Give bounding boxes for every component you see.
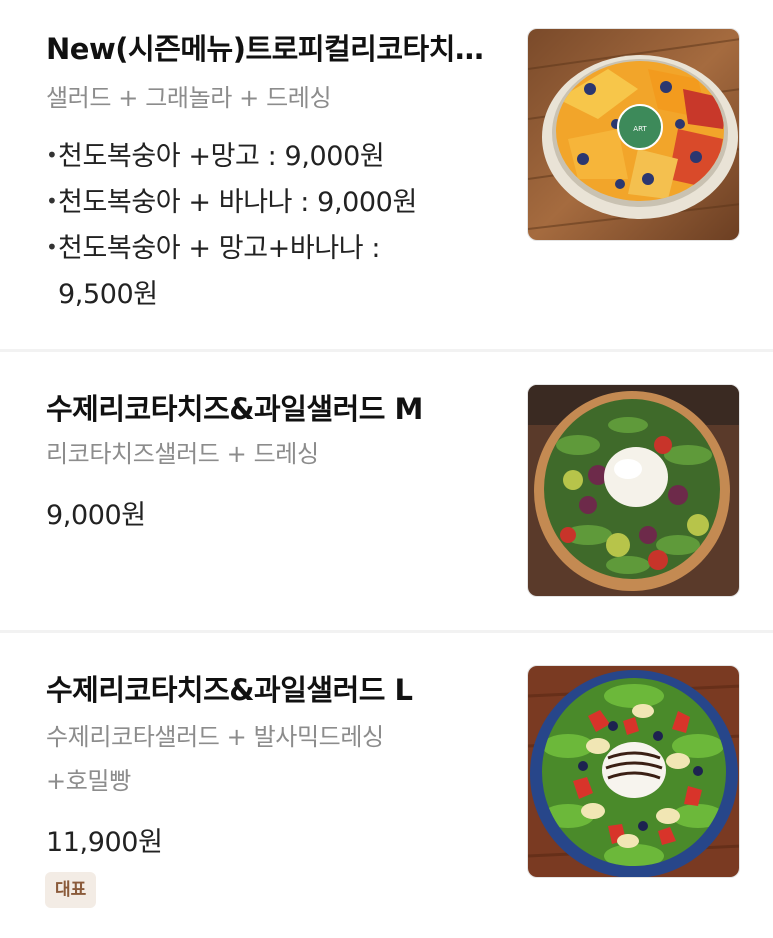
menu-option-line-continued: 9,500원 <box>58 272 158 318</box>
menu-option-text: 천도복숭아 +망고 : 9,000원 <box>58 141 385 172</box>
menu-item-title: 수제리코타치즈&과일샐러드 M <box>46 392 423 426</box>
menu-option-line: •천도복숭아 + 바나나 : 9,000원 <box>46 178 417 226</box>
menu-item-ricotta-salad-l[interactable]: 수제리코타치즈&과일샐러드 L 수제리코타샐러드 + 발사믹드레싱 +호밀빵 1… <box>0 633 773 938</box>
menu-item-description: +호밀빵 <box>46 767 131 795</box>
bullet-icon: • <box>46 143 58 167</box>
menu-option-line: •천도복숭아 +망고 : 9,000원 <box>46 132 385 180</box>
menu-item-price: 9,000원 <box>46 500 146 531</box>
menu-item-photo[interactable] <box>527 384 740 597</box>
menu-item-description: 리코타치즈샐러드 + 드레싱 <box>46 440 319 468</box>
ricotta-salad-photo-icon <box>528 385 739 596</box>
menu-item-photo[interactable] <box>527 665 740 878</box>
bullet-icon: • <box>46 189 58 213</box>
signature-badge: 대표 <box>45 872 97 908</box>
menu-item-description: 샐러드 + 그래놀라 + 드레싱 <box>46 84 332 112</box>
menu-item-description: 수제리코타샐러드 + 발사믹드레싱 <box>46 723 384 751</box>
brand-logo-text: ART <box>633 125 647 133</box>
bullet-icon: • <box>46 235 58 259</box>
menu-item-tropical-salad[interactable]: New(시즌메뉴)트로피컬리코타치즈샐러드 샐러드 + 그래놀라 + 드레싱 •… <box>0 0 773 349</box>
menu-option-text: 9,500원 <box>58 279 158 310</box>
ricotta-salad-photo-icon <box>528 666 739 877</box>
menu-option-text: 천도복숭아 + 바나나 : 9,000원 <box>58 187 417 218</box>
menu-option-text: 천도복숭아 + 망고+바나나 : <box>58 233 381 264</box>
tropical-salad-photo-icon: ART <box>528 29 739 240</box>
menu-item-title: New(시즌메뉴)트로피컬리코타치즈샐러드 <box>46 32 496 66</box>
menu-option-line: •천도복숭아 + 망고+바나나 : <box>46 224 380 272</box>
menu-item-photo[interactable]: ART <box>527 28 740 241</box>
menu-item-title: 수제리코타치즈&과일샐러드 L <box>46 673 413 707</box>
menu-item-ricotta-salad-m[interactable]: 수제리코타치즈&과일샐러드 M 리코타치즈샐러드 + 드레싱 9,000원 <box>0 352 773 630</box>
menu-item-price: 11,900원 <box>46 827 163 858</box>
